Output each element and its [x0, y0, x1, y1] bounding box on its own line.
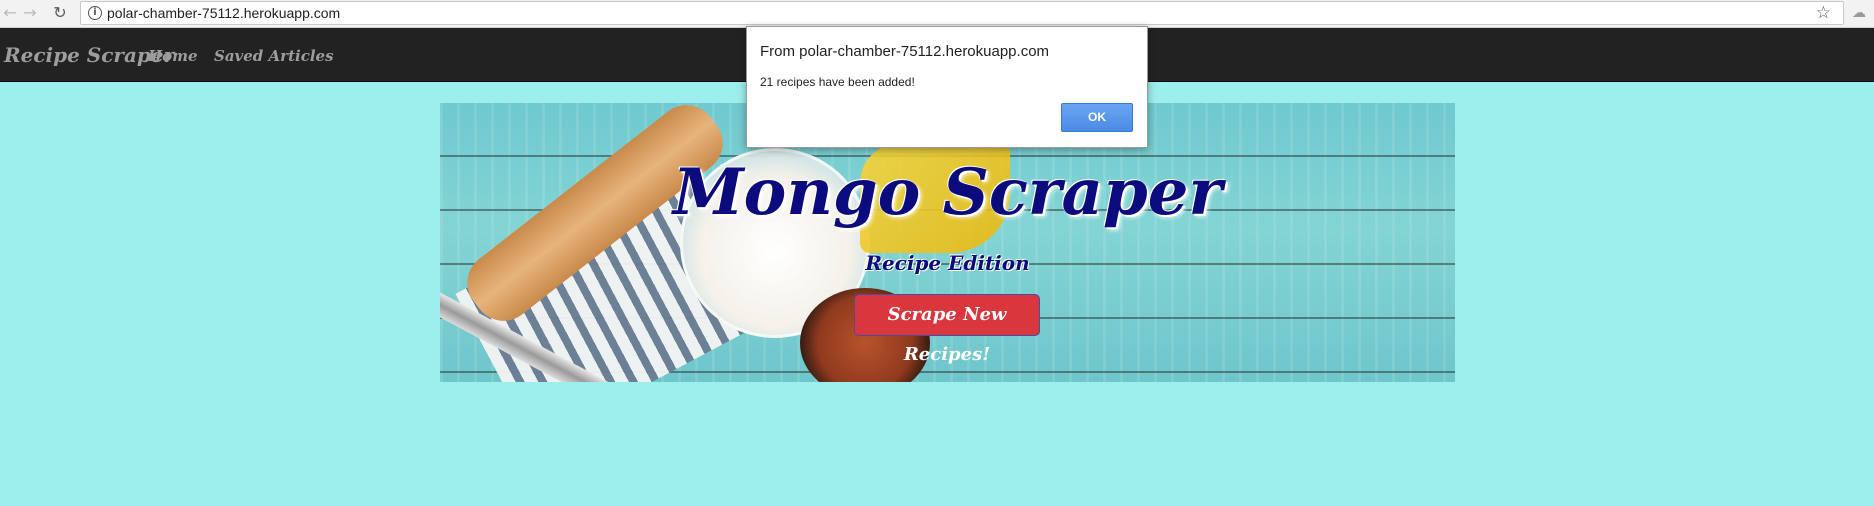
back-arrow-icon[interactable]: ←	[0, 3, 20, 23]
browser-toolbar: ← → ↻ i polar-chamber-75112.herokuapp.co…	[0, 0, 1874, 28]
dialog-message: 21 recipes have been added!	[760, 75, 915, 89]
info-icon[interactable]: i	[88, 6, 102, 20]
extension-icon[interactable]: ☁	[1850, 4, 1868, 22]
hero-title: Mongo Scraper	[672, 155, 1223, 230]
scrape-new-recipes-button[interactable]: Scrape New Recipes!	[854, 294, 1040, 365]
dialog-title: From polar-chamber-75112.herokuapp.com	[760, 43, 1050, 60]
forward-arrow-icon[interactable]: →	[20, 3, 40, 23]
alert-dialog: From polar-chamber-75112.herokuapp.com 2…	[746, 26, 1148, 148]
nav-link-saved-articles[interactable]: Saved Articles	[214, 47, 334, 65]
ok-button[interactable]: OK	[1061, 103, 1133, 132]
nav-link-home[interactable]: Home	[148, 47, 198, 65]
url-text[interactable]: polar-chamber-75112.herokuapp.com	[107, 5, 340, 21]
reload-icon[interactable]: ↻	[50, 3, 70, 23]
address-bar[interactable]: i polar-chamber-75112.herokuapp.com ☆	[80, 1, 1844, 25]
star-icon[interactable]: ☆	[1816, 3, 1831, 23]
hero-subtitle: Recipe Edition	[865, 251, 1030, 275]
